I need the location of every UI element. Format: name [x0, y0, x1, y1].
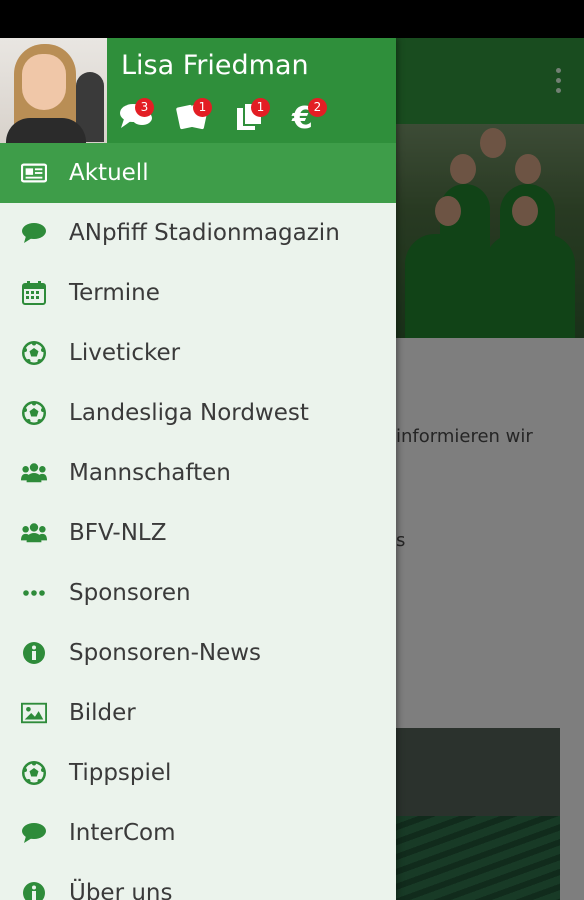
menu-item-sponsoren[interactable]: Sponsoren [0, 563, 396, 623]
menu-item-bilder[interactable]: Bilder [0, 683, 396, 743]
menu-label: Tippspiel [69, 760, 172, 786]
menu-label: Bilder [69, 700, 136, 726]
menu-item-aktuell[interactable]: Aktuell [0, 143, 396, 203]
menu-label: Aktuell [69, 160, 149, 186]
info-icon [21, 880, 47, 900]
speech-bubble-icon [21, 820, 47, 846]
menu-item-landesliga[interactable]: Landesliga Nordwest [0, 383, 396, 443]
tickets-button[interactable]: 1 [176, 98, 216, 132]
menu-item-ueber-uns[interactable]: Über uns [0, 863, 396, 900]
image-icon [21, 700, 47, 726]
menu-label: BFV-NLZ [69, 520, 167, 546]
menu-label: Termine [69, 280, 160, 306]
tickets-badge: 1 [193, 98, 212, 117]
menu-item-sponsoren-news[interactable]: Sponsoren-News [0, 623, 396, 683]
user-name: Lisa Friedman [121, 50, 309, 81]
menu-label: Landesliga Nordwest [69, 400, 309, 426]
menu-item-tippspiel[interactable]: Tippspiel [0, 743, 396, 803]
soccer-ball-icon [21, 400, 47, 426]
navigation-drawer: Lisa Friedman 3 1 1 € 2 Aktuell ANpfiff … [0, 38, 396, 900]
drawer-header: Lisa Friedman 3 1 1 € 2 [0, 38, 396, 143]
newspaper-icon [21, 160, 47, 186]
menu-item-stadionmagazin[interactable]: ANpfiff Stadionmagazin [0, 203, 396, 263]
calendar-icon [21, 280, 47, 306]
menu-label: Mannschaften [69, 460, 231, 486]
messages-button[interactable]: 3 [118, 98, 158, 132]
menu-item-bfv-nlz[interactable]: BFV-NLZ [0, 503, 396, 563]
group-icon [21, 520, 47, 546]
menu-item-liveticker[interactable]: Liveticker [0, 323, 396, 383]
menu-label: InterCom [69, 820, 176, 846]
soccer-ball-icon [21, 760, 47, 786]
menu-label: Sponsoren-News [69, 640, 262, 666]
info-icon [21, 640, 47, 666]
documents-button[interactable]: 1 [234, 98, 274, 132]
documents-badge: 1 [251, 98, 270, 117]
menu-label: Über uns [69, 880, 173, 900]
speech-bubble-icon [21, 220, 47, 246]
soccer-ball-icon [21, 340, 47, 366]
ellipsis-icon [21, 580, 47, 606]
menu-item-mannschaften[interactable]: Mannschaften [0, 443, 396, 503]
menu-label: Liveticker [69, 340, 181, 366]
menu-item-termine[interactable]: Termine [0, 263, 396, 323]
status-bar [0, 0, 584, 38]
payments-button[interactable]: € 2 [291, 98, 331, 132]
payments-badge: 2 [308, 98, 327, 117]
group-icon [21, 460, 47, 486]
messages-badge: 3 [135, 98, 154, 117]
drawer-menu: Aktuell ANpfiff Stadionmagazin Termine L… [0, 143, 396, 900]
menu-label: ANpfiff Stadionmagazin [69, 220, 340, 246]
menu-item-intercom[interactable]: InterCom [0, 803, 396, 863]
avatar[interactable] [0, 38, 107, 143]
menu-label: Sponsoren [69, 580, 191, 606]
